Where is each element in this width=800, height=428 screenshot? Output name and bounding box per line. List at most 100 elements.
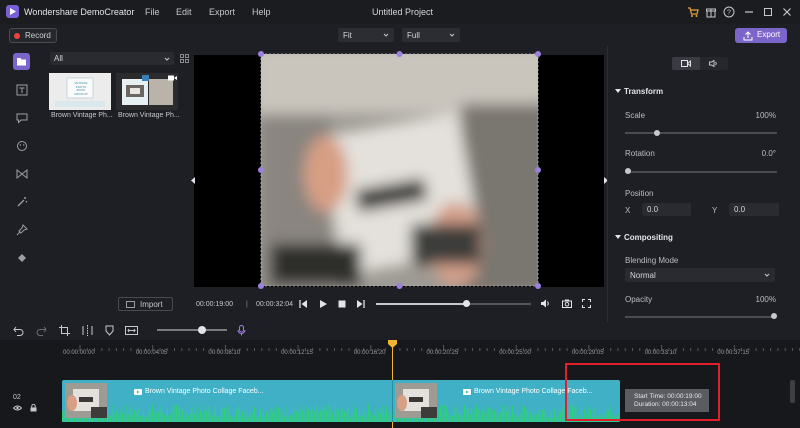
- audio-waveform: [62, 404, 620, 422]
- ruler-tick-label: 00:00:12:15: [281, 350, 313, 356]
- redo-icon[interactable]: [36, 325, 47, 336]
- record-dot-icon: [14, 33, 20, 39]
- scale-slider[interactable]: [625, 132, 777, 134]
- menu-help[interactable]: Help: [252, 7, 271, 17]
- scale-slider-handle[interactable]: [654, 130, 660, 136]
- clip-video-icon: [463, 389, 471, 395]
- menu-file[interactable]: File: [145, 7, 160, 17]
- blending-mode-label: Blending Mode: [625, 256, 679, 265]
- help-icon[interactable]: ?: [722, 5, 736, 19]
- caret-down-icon[interactable]: [615, 88, 621, 94]
- microphone-icon[interactable]: [236, 325, 247, 336]
- track-number: 02: [13, 394, 21, 401]
- blending-mode-select[interactable]: Normal: [625, 268, 775, 282]
- collapse-left-icon[interactable]: [191, 177, 195, 184]
- rotation-slider[interactable]: [625, 171, 777, 173]
- position-y-label: Y: [712, 206, 718, 215]
- video-properties-tab[interactable]: [672, 57, 700, 70]
- transition-icon[interactable]: [16, 168, 28, 180]
- next-frame-icon[interactable]: [357, 300, 365, 308]
- import-button[interactable]: Import: [118, 297, 173, 311]
- close-icon[interactable]: [780, 5, 794, 19]
- transform-heading[interactable]: Transform: [624, 87, 663, 96]
- rotation-slider-handle[interactable]: [625, 168, 631, 174]
- record-button[interactable]: Record: [9, 28, 57, 43]
- scale-label: Scale: [625, 111, 646, 120]
- split-icon[interactable]: [82, 325, 93, 336]
- position-x-input[interactable]: 0.0: [642, 203, 691, 216]
- timeline-zoom-handle[interactable]: [198, 326, 206, 334]
- rotation-value: 0.0°: [761, 149, 776, 158]
- ruler-tick-label: 00:00:29:05: [571, 350, 604, 356]
- play-icon[interactable]: [319, 300, 327, 308]
- preview-progress-fill: [376, 303, 467, 305]
- opacity-label: Opacity: [625, 295, 653, 304]
- preview-progress-handle[interactable]: [463, 300, 470, 307]
- ruler-tick-label: 00:00:04:05: [135, 350, 168, 356]
- eye-icon[interactable]: [13, 405, 22, 411]
- fullscreen-icon[interactable]: [582, 299, 591, 308]
- cart-icon[interactable]: [686, 5, 700, 19]
- marker-shield-icon[interactable]: [104, 325, 115, 336]
- fit-select-label: Fit: [343, 31, 352, 40]
- snapshot-camera-icon[interactable]: [562, 299, 572, 308]
- caret-down-icon[interactable]: [615, 234, 621, 240]
- timeline-scrollbar[interactable]: [790, 380, 795, 403]
- position-y-value: 0.0: [734, 205, 746, 214]
- volume-icon[interactable]: [541, 299, 551, 308]
- minimize-icon[interactable]: [742, 5, 756, 19]
- clip-thumbnail-1: [65, 383, 107, 418]
- fit-timeline-icon[interactable]: [125, 325, 138, 336]
- undo-icon[interactable]: [13, 325, 24, 336]
- effects-wand-icon[interactable]: [16, 196, 28, 208]
- opacity-slider[interactable]: [625, 316, 777, 318]
- timeline-ruler[interactable]: [0, 341, 800, 363]
- media-thumbnail-2[interactable]: [116, 73, 178, 110]
- crop-icon[interactable]: [59, 325, 70, 336]
- library-filter-select[interactable]: All: [50, 52, 174, 65]
- compositing-heading[interactable]: Compositing: [624, 233, 673, 242]
- clip-split-line: [392, 380, 393, 422]
- media-thumbnail-1[interactable]: VINTAGE PHOTO BOOK MOCKUP: [49, 73, 111, 110]
- sticker-icon[interactable]: [16, 140, 28, 152]
- export-button[interactable]: Export: [735, 28, 787, 43]
- selection-frame[interactable]: [255, 48, 545, 292]
- maximize-icon[interactable]: [761, 5, 775, 19]
- annotation-icon[interactable]: [16, 112, 28, 124]
- blending-mode-value: Normal: [630, 271, 656, 280]
- grid-view-icon[interactable]: [180, 54, 189, 63]
- lock-icon[interactable]: [30, 404, 37, 412]
- rotation-label: Rotation: [625, 149, 655, 158]
- clip-thumbnail-2: [395, 383, 437, 418]
- opacity-value: 100%: [755, 295, 776, 304]
- stop-icon[interactable]: [338, 300, 346, 308]
- speaker-icon: [709, 60, 717, 67]
- ruler-tick-label: 00:00:25:00: [499, 350, 531, 356]
- annotation-highlight-box: [565, 363, 720, 421]
- playhead-handle[interactable]: [388, 340, 397, 348]
- opacity-slider-handle[interactable]: [771, 313, 777, 319]
- ruler-tick-label: 00:00:08:10: [208, 350, 241, 356]
- timeline-zoom-slider[interactable]: [157, 329, 227, 331]
- clip-video-icon: [134, 389, 142, 395]
- previous-frame-icon[interactable]: [299, 300, 307, 308]
- folder-icon: [17, 58, 26, 66]
- audio-properties-tab[interactable]: [700, 57, 728, 70]
- full-select[interactable]: Full: [402, 28, 460, 42]
- position-x-value: 0.0: [647, 205, 659, 214]
- text-icon[interactable]: [16, 84, 28, 96]
- cursor-effect-icon[interactable]: [16, 252, 28, 264]
- menu-export[interactable]: Export: [209, 7, 235, 17]
- position-y-input[interactable]: 0.0: [729, 203, 779, 216]
- chevron-down-icon: [164, 57, 170, 61]
- media-library-tab[interactable]: [13, 53, 30, 70]
- fit-select[interactable]: Fit: [338, 28, 394, 42]
- record-label: Record: [25, 31, 51, 40]
- pin-icon[interactable]: [16, 224, 28, 236]
- full-select-label: Full: [407, 31, 420, 40]
- gift-icon[interactable]: [704, 5, 718, 19]
- chevron-down-icon: [764, 273, 770, 277]
- import-icon: [126, 301, 135, 308]
- menu-edit[interactable]: Edit: [176, 7, 192, 17]
- app-logo-icon: [6, 5, 19, 18]
